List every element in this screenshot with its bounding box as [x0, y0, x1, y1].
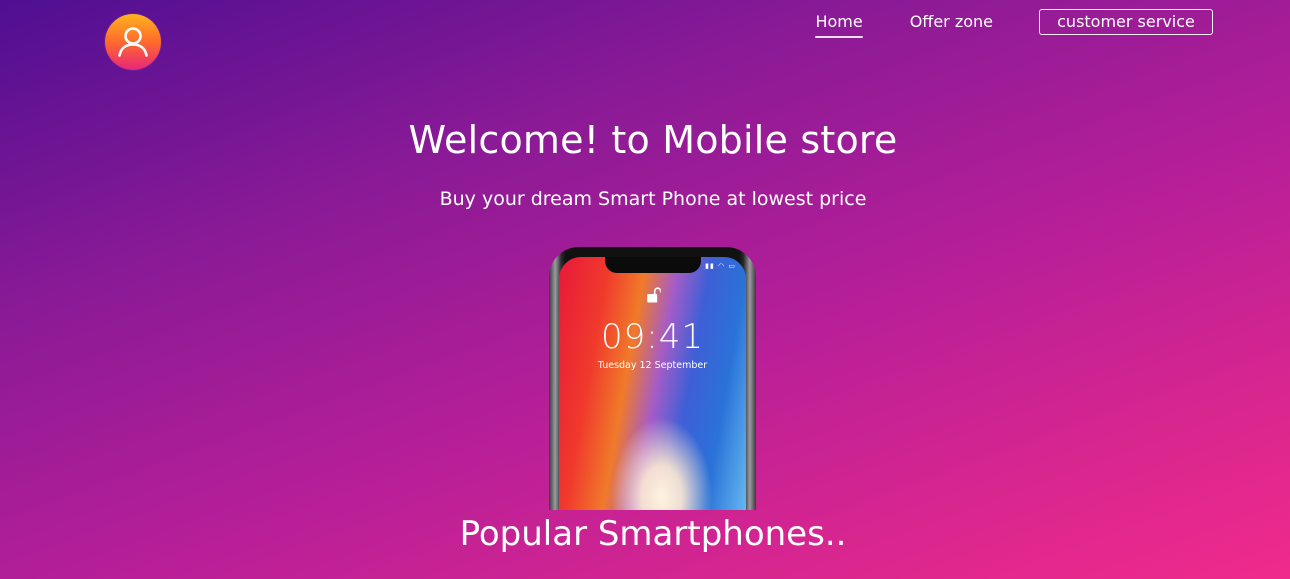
phone-notch: [604, 257, 701, 273]
nav-home-link[interactable]: Home: [815, 9, 863, 38]
popular-smartphones-heading: Popular Smartphones..: [459, 514, 847, 554]
lock-screen-time: 09:41: [601, 317, 704, 357]
main-nav: Home Offer zone customer service: [815, 9, 1213, 38]
unlock-icon: [646, 287, 661, 303]
hero-subtitle: Buy your dream Smart Phone at lowest pri…: [439, 188, 867, 210]
nav-offer-zone-link[interactable]: Offer zone: [910, 9, 993, 35]
phone-screen: ▮▮ ◠ ▭ 09:41 Tuesday 12 September: [559, 257, 746, 510]
profile-logo[interactable]: [105, 14, 161, 70]
signal-wifi-battery-icon: ▮▮ ◠ ▭: [705, 262, 736, 270]
user-icon: [118, 27, 148, 57]
lock-screen-date: Tuesday 12 September: [597, 360, 708, 371]
customer-service-button[interactable]: customer service: [1039, 9, 1213, 35]
phone-image: ▮▮ ◠ ▭ 09:41 Tuesday 12 September: [549, 247, 756, 510]
hero-title: Welcome! to Mobile store: [408, 118, 898, 162]
